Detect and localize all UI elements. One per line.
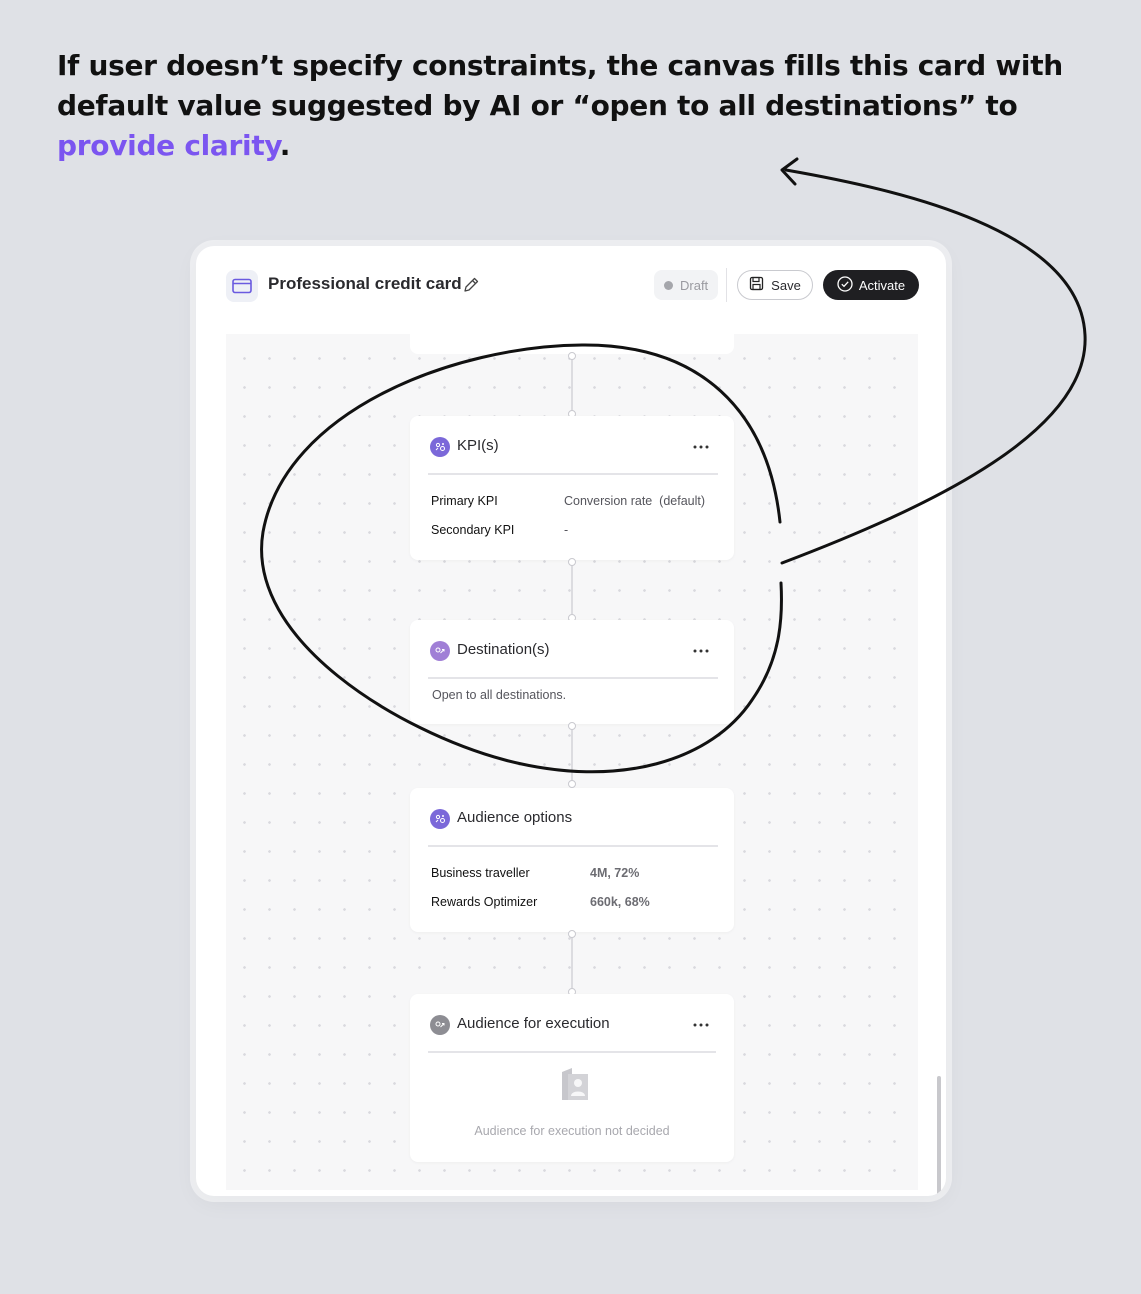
status-badge: Draft	[654, 270, 719, 300]
connector-dot	[568, 722, 576, 730]
more-icon[interactable]	[692, 439, 710, 455]
destination-icon	[430, 641, 450, 661]
connector-dot	[568, 780, 576, 788]
connector	[571, 934, 573, 992]
activate-label: Activate	[858, 277, 906, 293]
connector	[571, 562, 573, 618]
connector	[571, 356, 573, 414]
flow-canvas[interactable]: KPI(s) Primary KPI Conversion rate (defa…	[226, 334, 941, 1196]
destinations-text: Open to all destinations.	[432, 688, 567, 702]
pencil-icon[interactable]	[462, 276, 480, 294]
primary-kpi-label: Primary KPI	[431, 494, 498, 508]
check-circle-icon	[837, 275, 853, 295]
card-divider	[428, 677, 718, 679]
ai-sparkle-icon	[430, 437, 450, 457]
connector-dot	[568, 558, 576, 566]
top-bar: Professional credit card Draft Save Acti…	[196, 246, 946, 326]
connector	[571, 726, 573, 784]
save-label: Save	[771, 277, 801, 293]
empty-state-text: Audience for execution not decided	[474, 1124, 670, 1138]
audience-options-card-title: Audience options	[457, 809, 573, 826]
connector-dot	[568, 352, 576, 360]
save-button[interactable]: Save	[737, 270, 813, 300]
status-label: Draft	[680, 277, 709, 293]
headline-main: If user doesn’t specify constraints, the…	[57, 49, 1063, 122]
primary-kpi-value: Conversion rate (default)	[564, 494, 706, 508]
audience-option-value: 4M, 72%	[590, 866, 640, 880]
more-icon[interactable]	[692, 1017, 710, 1033]
previous-card[interactable]	[410, 334, 734, 354]
card-divider	[428, 473, 718, 475]
secondary-kpi-label: Secondary KPI	[431, 523, 515, 537]
kpi-card-title: KPI(s)	[457, 437, 499, 454]
audience-placeholder-icon	[558, 1066, 592, 1104]
card-icon	[226, 270, 258, 302]
destinations-card-title: Destination(s)	[457, 641, 550, 658]
destination-icon	[430, 1015, 450, 1035]
status-dot	[664, 280, 673, 290]
headline-end: .	[279, 129, 291, 162]
kpi-card[interactable]: KPI(s) Primary KPI Conversion rate (defa…	[410, 416, 734, 560]
audience-execution-card-title: Audience for execution	[457, 1015, 610, 1032]
headline-accent: provide clarity	[57, 129, 280, 162]
destinations-card[interactable]: Destination(s) Open to all destinations.	[410, 620, 734, 724]
save-icon	[749, 276, 764, 294]
audience-option-label: Rewards Optimizer	[431, 895, 538, 909]
ai-sparkle-icon	[430, 809, 450, 829]
audience-option-value: 660k, 68%	[590, 895, 650, 909]
secondary-kpi-value: -	[564, 523, 569, 537]
activate-button[interactable]: Activate	[823, 270, 919, 300]
more-icon[interactable]	[692, 643, 710, 659]
app-window: Professional credit card Draft Save Acti…	[196, 246, 946, 1196]
divider	[726, 268, 727, 302]
headline: If user doesn’t specify constraints, the…	[57, 46, 1097, 166]
page-title: Professional credit card	[268, 274, 462, 293]
connector-dot	[568, 930, 576, 938]
scrollbar[interactable]	[937, 1076, 941, 1196]
audience-execution-card[interactable]: Audience for execution Audience for exec…	[410, 994, 734, 1162]
card-divider	[428, 1051, 716, 1053]
card-divider	[428, 845, 718, 847]
audience-options-card[interactable]: Audience options Business traveller 4M, …	[410, 788, 734, 932]
audience-option-label: Business traveller	[431, 866, 530, 880]
